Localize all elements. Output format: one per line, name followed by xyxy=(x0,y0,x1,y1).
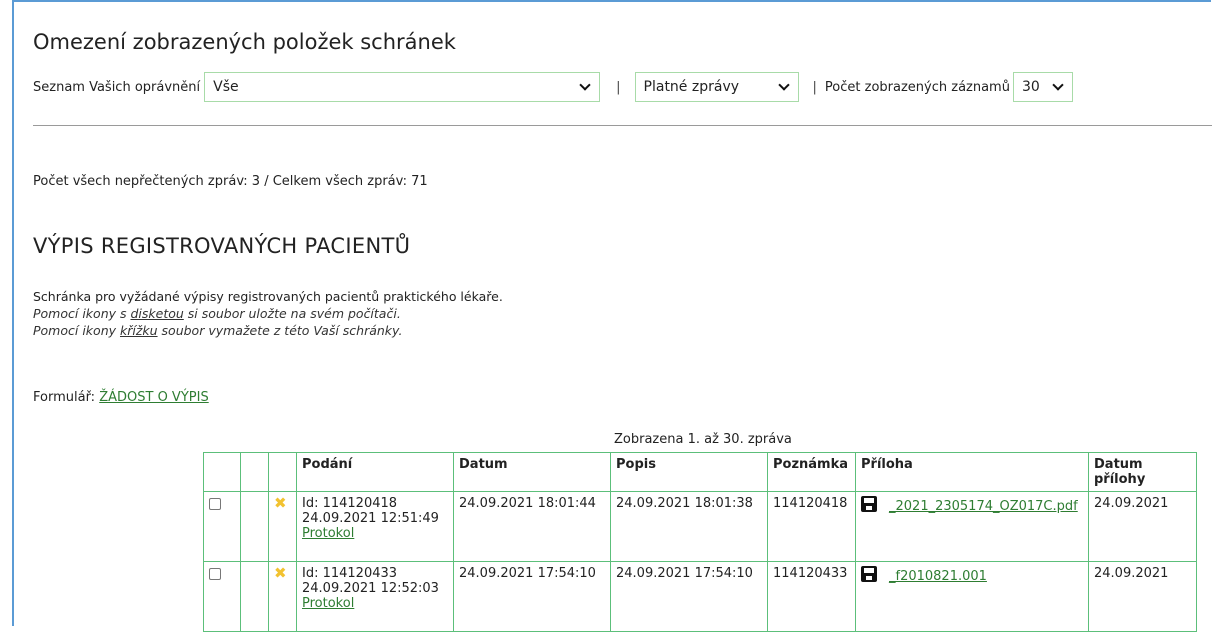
desc-text: Pomocí ikony s xyxy=(33,306,131,321)
header-attachment: Příloha xyxy=(855,452,1089,492)
chevron-down-icon xyxy=(579,81,591,93)
row-select-cell xyxy=(203,491,241,562)
count-select[interactable]: 30 xyxy=(1012,72,1073,102)
attachment-link[interactable]: _2021_2305174_OZ017C.pdf xyxy=(889,499,1078,514)
attachment-date-cell: 24.09.2021 xyxy=(1088,561,1197,632)
row-blank-cell xyxy=(240,491,269,562)
note-cell: 114120418 xyxy=(767,491,856,562)
submitted-at: 24.09.2021 12:52:03 xyxy=(302,581,439,596)
row-checkbox[interactable] xyxy=(209,568,221,580)
table-row: ✖ Id: 114120433 24.09.2021 12:52:03 Prot… xyxy=(203,561,1197,632)
floppy-disk-icon[interactable] xyxy=(861,566,877,582)
description-cell: 24.09.2021 17:54:10 xyxy=(610,561,768,632)
message-counts: Počet všech nepřečtených zpráv: 3 / Celk… xyxy=(33,174,428,189)
date-cell: 24.09.2021 18:01:44 xyxy=(453,491,611,562)
filter-row: Seznam Vašich oprávnění Vše | Platné zpr… xyxy=(33,72,1073,102)
header-submission: Podání xyxy=(296,452,454,492)
header-blank xyxy=(268,452,297,492)
protocol-link[interactable]: Protokol xyxy=(302,596,354,611)
message-id: Id: 114120418 xyxy=(302,496,398,511)
attachment-cell: _f2010821.001 xyxy=(855,561,1089,632)
message-id: Id: 114120433 xyxy=(302,566,398,581)
filter-heading: Omezení zobrazených položek schránek xyxy=(33,30,456,54)
desc-line-3: Pomocí ikony křížku soubor vymažete z té… xyxy=(33,322,503,339)
row-checkbox[interactable] xyxy=(209,498,221,510)
form-label: Formulář: xyxy=(33,390,100,405)
desc-cross-term: křížku xyxy=(119,323,158,338)
row-delete-cell: ✖ xyxy=(268,561,297,632)
permissions-label: Seznam Vašich oprávnění xyxy=(33,79,201,95)
description-cell: 24.09.2021 18:01:38 xyxy=(610,491,768,562)
table-caption: Zobrazena 1. až 30. zpráva xyxy=(614,432,792,447)
attachment-date-cell: 24.09.2021 xyxy=(1088,491,1197,562)
header-date: Datum xyxy=(453,452,611,492)
header-select xyxy=(203,452,241,492)
protocol-link[interactable]: Protokol xyxy=(302,526,354,541)
table-row: ✖ Id: 114120418 24.09.2021 12:51:49 Prot… xyxy=(203,491,1197,562)
x-icon[interactable]: ✖ xyxy=(274,564,287,582)
count-label: Počet zobrazených záznamů xyxy=(824,79,1010,95)
separator: | xyxy=(812,79,817,95)
attachment-cell: _2021_2305174_OZ017C.pdf xyxy=(855,491,1089,562)
row-delete-cell: ✖ xyxy=(268,491,297,562)
header-description: Popis xyxy=(610,452,768,492)
note-cell: 114120433 xyxy=(767,561,856,632)
chevron-down-icon xyxy=(778,81,790,93)
x-icon[interactable]: ✖ xyxy=(274,494,287,512)
desc-line-2: Pomocí ikony s disketou si soubor uložte… xyxy=(33,305,503,322)
request-form-link[interactable]: ŽÁDOST O VÝPIS xyxy=(99,390,209,405)
row-select-cell xyxy=(203,561,241,632)
desc-disk-term: disketou xyxy=(130,306,184,321)
desc-text: Pomocí ikony xyxy=(33,323,120,338)
header-blank xyxy=(240,452,269,492)
permissions-select[interactable]: Vše xyxy=(204,72,601,102)
floppy-disk-icon[interactable] xyxy=(861,496,877,512)
form-line: Formulář: ŽÁDOST O VÝPIS xyxy=(33,390,209,405)
permissions-select-value: Vše xyxy=(213,79,239,95)
status-select-value: Platné zprávy xyxy=(643,79,740,95)
section-description: Schránka pro vyžádané výpisy registrovan… xyxy=(33,288,503,339)
count-select-value: 30 xyxy=(1021,79,1040,95)
header-note: Poznámka xyxy=(767,452,856,492)
separator: | xyxy=(616,79,621,95)
submission-cell: Id: 114120418 24.09.2021 12:51:49 Protok… xyxy=(296,491,454,562)
submitted-at: 24.09.2021 12:51:49 xyxy=(302,511,439,526)
header-attachment-date: Datum přílohy xyxy=(1088,452,1197,492)
divider xyxy=(33,125,1212,126)
submission-cell: Id: 114120433 24.09.2021 12:52:03 Protok… xyxy=(296,561,454,632)
desc-text: soubor vymažete z této Vaší schránky. xyxy=(157,323,403,338)
desc-text: si soubor uložte na svém počítači. xyxy=(183,306,401,321)
section-title: VÝPIS REGISTROVANÝCH PACIENTŮ xyxy=(33,234,411,258)
messages-table: Podání Datum Popis Poznámka Příloha Datu… xyxy=(203,452,1197,632)
table-header-row: Podání Datum Popis Poznámka Příloha Datu… xyxy=(203,452,1197,492)
desc-line-1: Schránka pro vyžádané výpisy registrovan… xyxy=(33,289,503,304)
chevron-down-icon xyxy=(1052,81,1064,93)
status-select[interactable]: Platné zprávy xyxy=(634,72,799,102)
attachment-link[interactable]: _f2010821.001 xyxy=(889,569,987,584)
row-blank-cell xyxy=(240,561,269,632)
date-cell: 24.09.2021 17:54:10 xyxy=(453,561,611,632)
